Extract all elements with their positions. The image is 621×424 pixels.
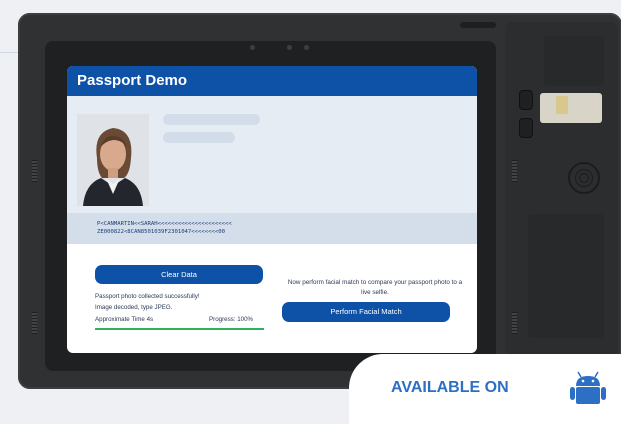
camera-lens-2 [287,45,292,50]
progress-label: Progress: 100% [209,316,254,323]
reader-led-2 [519,118,533,138]
perform-facial-match-button[interactable]: Perform Facial Match [282,302,450,322]
camera-lens-3 [304,45,309,50]
speaker-grill-left-top [32,160,37,182]
reader-top-slot [544,36,604,86]
speaker-grill-right-top [512,160,517,182]
status-line-2: Image decoded, type JPEG. [95,304,173,311]
clear-data-button[interactable]: Clear Data [95,265,263,284]
speaker-grill-left-bottom [32,312,37,334]
mrz-line-1: P<CANMARTIN<<SARAH<<<<<<<<<<<<<<<<<<<<<< [97,221,232,227]
passport-photo [77,114,149,206]
app-header: Passport Demo [67,66,477,96]
card-reader-slot [540,93,602,123]
power-button [460,22,496,28]
mrz-band: P<CANMARTIN<<SARAH<<<<<<<<<<<<<<<<<<<<<<… [67,213,477,244]
name-placeholder [163,114,260,125]
reader-bottom-slot [528,214,604,338]
passport-card: P<CANMARTIN<<SARAH<<<<<<<<<<<<<<<<<<<<<<… [67,96,477,244]
speaker-grill-right-bottom [512,312,517,334]
facial-match-prompt: Now perform facial match to compare your… [287,279,463,296]
detail-placeholder [163,132,235,143]
camera-lens-1 [250,45,255,50]
available-on-text: AVAILABLE ON [391,379,509,396]
status-line-1: Passport photo collected successfully! [95,293,200,300]
progress-bar [95,328,264,330]
mrz-line-2: ZE000822<8CAN8501039F2301047<<<<<<<<00 [97,229,225,235]
reader-led-1 [519,90,533,110]
app-screen: Passport Demo P<CANMARTIN<<SARAH<<<<<<<<… [67,66,477,353]
app-title: Passport Demo [77,72,188,89]
progress-fill [95,328,264,330]
card-chip [556,96,568,114]
approximate-time: Approximate Time 4s [95,316,154,323]
fingerprint-sensor-icon [568,162,600,194]
